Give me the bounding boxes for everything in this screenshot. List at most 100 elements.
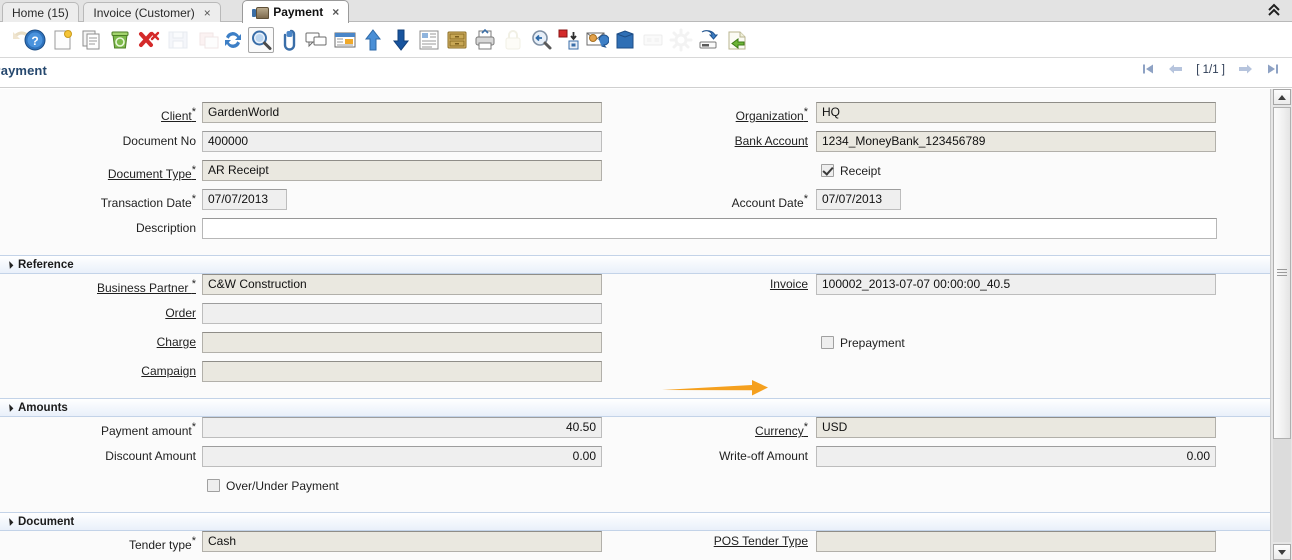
section-header-reference[interactable]: Reference: [0, 255, 1270, 274]
print-icon[interactable]: [472, 27, 498, 53]
archived-records-icon[interactable]: [444, 27, 470, 53]
delete-selection-icon[interactable]: [136, 27, 162, 53]
form-row: Payment amount*40.50Currency*USD: [0, 417, 1270, 446]
checkbox-box[interactable]: [821, 336, 834, 349]
label-text: Business Partner: [97, 281, 192, 295]
field-input-payment-amount[interactable]: 40.50: [202, 417, 602, 438]
field-label-write-off-amount: Write-off Amount: [719, 446, 808, 467]
detail-record-icon[interactable]: [388, 27, 414, 53]
grid-toggle-icon[interactable]: [332, 27, 358, 53]
chat-icon[interactable]: [303, 27, 329, 53]
delete-record-icon[interactable]: [107, 27, 133, 53]
payment-icon: [252, 6, 267, 19]
scroll-up-icon[interactable]: [1273, 89, 1291, 105]
collapse-triangle-icon[interactable]: [6, 261, 14, 269]
required-marker: *: [192, 193, 196, 205]
field-input-organization[interactable]: HQ: [816, 102, 1216, 123]
section-spacer: [0, 390, 1270, 398]
lock-icon: [500, 27, 526, 53]
report-icon[interactable]: [416, 27, 442, 53]
last-record-icon[interactable]: [1266, 62, 1280, 78]
field-label-bank-account[interactable]: Bank Account: [735, 131, 808, 152]
import-data-icon[interactable]: [724, 27, 750, 53]
form-row: Business Partner * C&W Construction Invoic…: [0, 274, 1270, 303]
field-input-order[interactable]: [202, 303, 602, 324]
field-input-campaign[interactable]: [202, 361, 602, 382]
application-window: Home (15)Invoice (Customer)×Payment× ? P…: [0, 0, 1292, 560]
new-record-icon[interactable]: [50, 27, 76, 53]
section-spacer: [0, 247, 1270, 255]
tab-label: Invoice (Customer): [93, 6, 194, 20]
field-label-currency[interactable]: Currency*: [755, 417, 808, 442]
field-label-order[interactable]: Order: [165, 303, 196, 324]
previous-record-icon[interactable]: [1168, 62, 1183, 78]
checkbox-receipt[interactable]: Receipt: [821, 160, 881, 181]
field-input-bank-account[interactable]: 1234_MoneyBank_123456789: [816, 131, 1216, 152]
collapse-triangle-icon[interactable]: [6, 518, 14, 526]
tab-strip: Home (15)Invoice (Customer)×Payment×: [0, 0, 1292, 22]
attachment-icon[interactable]: [277, 27, 303, 53]
help-icon[interactable]: ?: [22, 27, 48, 53]
field-input-pos-tender-type[interactable]: [816, 531, 1216, 552]
find-icon[interactable]: [248, 27, 274, 53]
export-data-icon[interactable]: [696, 27, 722, 53]
field-input-discount-amount[interactable]: 0.00: [202, 446, 602, 467]
product-info-icon[interactable]: [612, 27, 638, 53]
label-text: Campaign: [141, 364, 196, 378]
field-label-pos-tender-type[interactable]: POS Tender Type: [714, 531, 808, 552]
tab-home-15[interactable]: Home (15): [2, 2, 79, 22]
field-input-document-type[interactable]: AR Receipt: [202, 160, 602, 181]
field-label-campaign[interactable]: Campaign: [141, 361, 196, 382]
vertical-scrollbar[interactable]: [1270, 89, 1292, 560]
field-input-document-no[interactable]: 400000: [202, 131, 602, 152]
checkbox-box[interactable]: [821, 164, 834, 177]
form-row: Over/Under Payment: [0, 475, 1270, 504]
label-text: Bank Account: [735, 134, 808, 148]
tab-close-icon[interactable]: ×: [332, 6, 339, 18]
field-label-client[interactable]: Client*: [161, 102, 196, 127]
label-text: Document No: [123, 134, 196, 148]
field-input-transaction-date[interactable]: 07/07/2013: [202, 189, 287, 210]
field-input-tender-type[interactable]: Cash: [202, 531, 602, 552]
collapse-panel-button[interactable]: [1264, 2, 1284, 20]
field-label-organization[interactable]: Organization*: [736, 102, 808, 127]
tab-invoice-customer[interactable]: Invoice (Customer) ×: [83, 2, 220, 22]
tab-payment[interactable]: Payment×: [242, 0, 349, 23]
zoom-across-icon[interactable]: [528, 27, 554, 53]
checkbox-box[interactable]: [207, 479, 220, 492]
tab-close-icon[interactable]: ×: [204, 7, 211, 19]
request-icon[interactable]: [584, 27, 610, 53]
label-text: Payment amount: [101, 424, 192, 438]
collapse-triangle-icon[interactable]: [6, 404, 14, 412]
label-text: Document Type: [108, 167, 192, 181]
scroll-thumb[interactable]: [1273, 107, 1291, 439]
next-record-icon[interactable]: [1238, 62, 1253, 78]
svg-text:?: ?: [31, 34, 38, 48]
required-marker: *: [192, 278, 196, 290]
field-label-document-type[interactable]: Document Type*: [108, 160, 196, 185]
checkbox-prepayment[interactable]: Prepayment: [821, 332, 905, 353]
field-input-invoice[interactable]: 100002_2013-07-07 00:00:00_40.5: [816, 274, 1216, 295]
checkbox-over-under-payment[interactable]: Over/Under Payment: [207, 475, 339, 496]
refresh-icon[interactable]: [220, 27, 246, 53]
field-input-description[interactable]: [202, 218, 1217, 239]
section-header-amounts[interactable]: Amounts: [0, 398, 1270, 417]
field-label-charge[interactable]: Charge: [157, 332, 196, 353]
section-header-document[interactable]: Document: [0, 512, 1270, 531]
active-workflow-icon[interactable]: [556, 27, 582, 53]
field-input-write-off-amount[interactable]: 0.00: [816, 446, 1216, 467]
form-row: Client* GardenWorld Organization* HQ: [0, 102, 1270, 131]
parent-record-icon[interactable]: [360, 27, 386, 53]
field-label-business-partner[interactable]: Business Partner *: [97, 274, 196, 299]
first-record-icon[interactable]: [1141, 62, 1155, 78]
field-input-business-partner[interactable]: C&W Construction: [202, 274, 602, 295]
label-text: Tender type: [129, 538, 192, 552]
scroll-down-icon[interactable]: [1273, 544, 1291, 560]
field-input-client[interactable]: GardenWorld: [202, 102, 602, 123]
field-input-account-date[interactable]: 07/07/2013: [816, 189, 901, 210]
field-input-charge[interactable]: [202, 332, 602, 353]
field-input-currency[interactable]: USD: [816, 417, 1216, 438]
field-label-document-no: Document No: [123, 131, 196, 152]
field-label-invoice[interactable]: Invoice: [770, 274, 808, 295]
copy-record-icon[interactable]: [79, 27, 105, 53]
